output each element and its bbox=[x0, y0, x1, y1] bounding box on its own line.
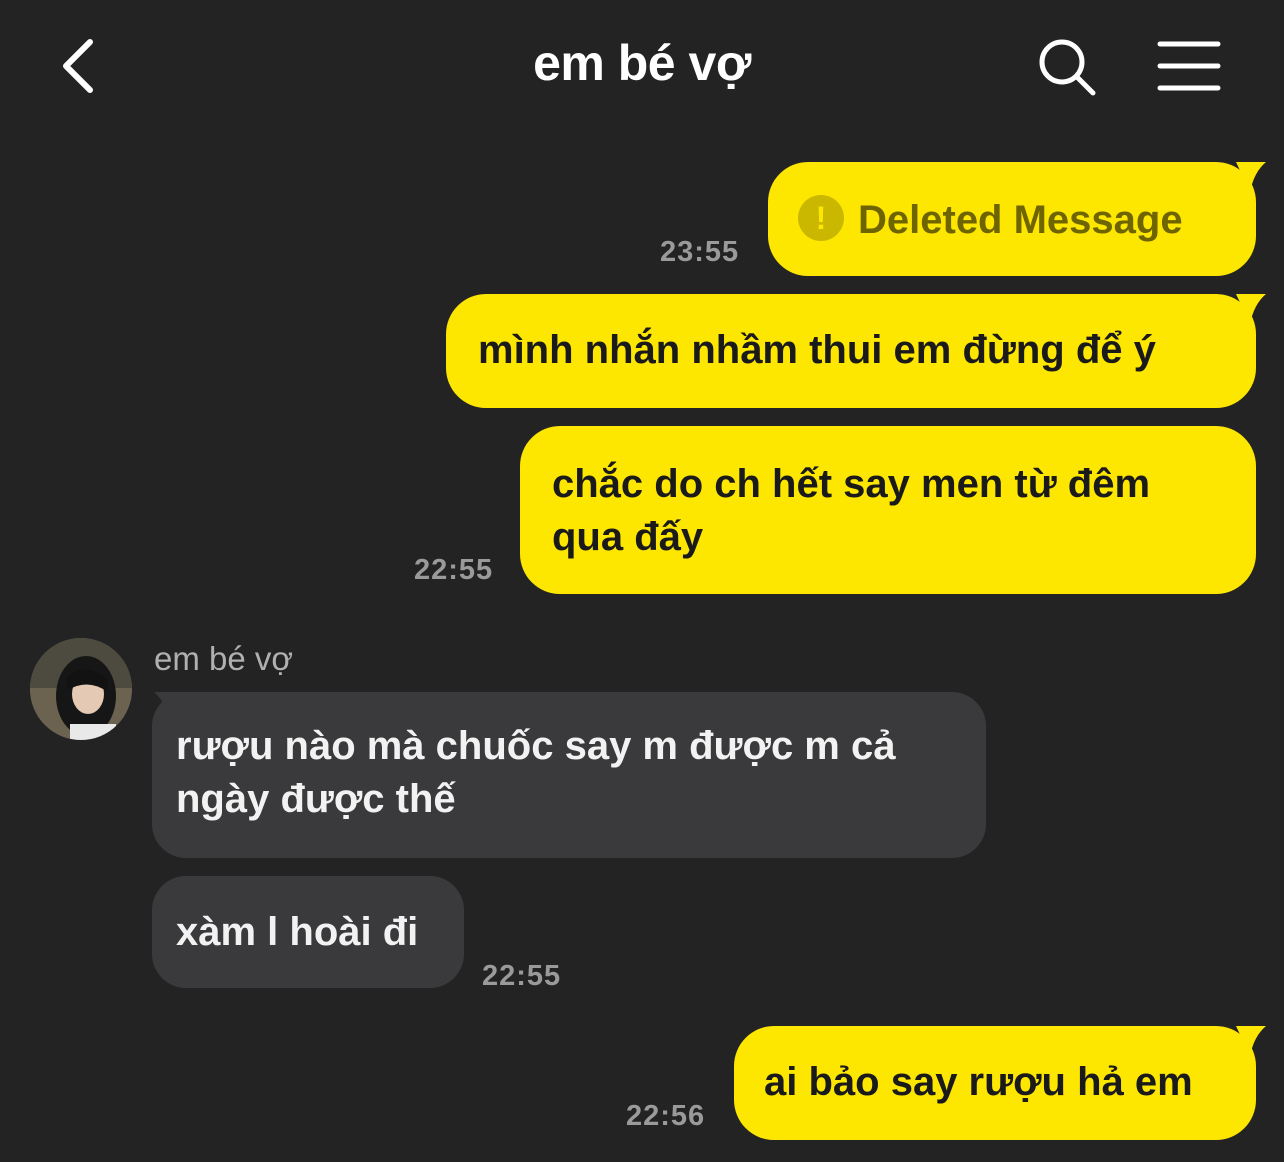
bubble-tail bbox=[1236, 1026, 1266, 1056]
message-timestamp: 22:56 bbox=[626, 1100, 706, 1132]
deleted-message-bubble[interactable]: ! Deleted Message bbox=[768, 162, 1256, 276]
received-message-bubble[interactable]: xàm l hoài đi bbox=[152, 876, 464, 988]
bubble-tail bbox=[1236, 162, 1266, 192]
warning-icon: ! bbox=[798, 195, 844, 242]
message-timestamp: 22:55 bbox=[482, 960, 562, 992]
avatar[interactable] bbox=[30, 638, 132, 740]
sent-message-bubble[interactable]: chắc do ch hết say men từ đêm qua đấy bbox=[520, 426, 1256, 594]
message-timestamp: 22:55 bbox=[414, 554, 494, 586]
search-button[interactable] bbox=[1036, 36, 1098, 98]
sender-name: em bé vợ bbox=[154, 640, 294, 677]
chat-header: em bé vợ bbox=[0, 0, 1284, 140]
deleted-message-label: Deleted Message bbox=[858, 198, 1183, 242]
message-timestamp: 23:55 bbox=[660, 236, 740, 268]
received-message-bubble[interactable]: rượu nào mà chuốc say m được m cả ngày đ… bbox=[152, 692, 986, 858]
sent-message-bubble[interactable]: mình nhắn nhầm thui em đừng để ý bbox=[446, 294, 1256, 408]
bubble-tail bbox=[1236, 294, 1266, 324]
bubble-tail bbox=[154, 692, 184, 722]
menu-button[interactable] bbox=[1154, 38, 1224, 94]
sent-message-bubble[interactable]: ai bảo say rượu hả em bbox=[734, 1026, 1256, 1140]
profile-photo bbox=[30, 638, 132, 740]
hamburger-menu-icon bbox=[1157, 41, 1221, 91]
search-icon bbox=[1039, 39, 1096, 96]
